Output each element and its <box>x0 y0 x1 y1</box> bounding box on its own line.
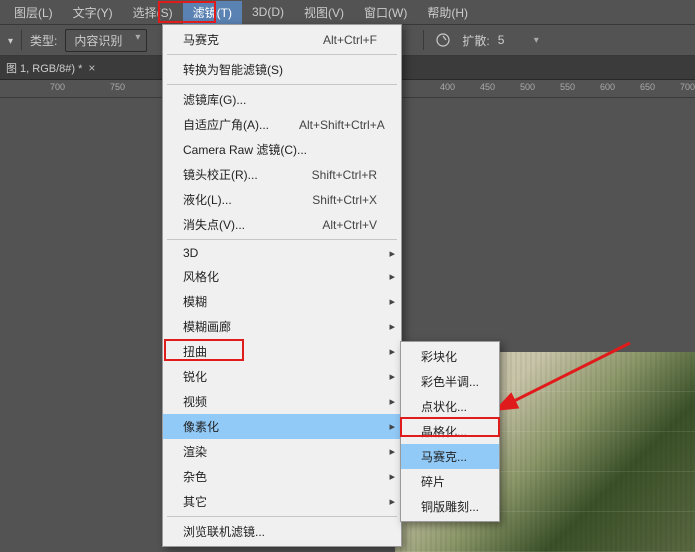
menu-item-label: 彩色半调... <box>421 373 479 390</box>
menu-item-label: 镜头校正(R)... <box>183 166 258 183</box>
menu-item[interactable]: 锐化 <box>163 364 401 389</box>
menu-item[interactable]: 模糊画廊 <box>163 314 401 339</box>
pixelate-submenu: 彩块化彩色半调... 点状化... 晶格化... 马赛克... 碎片铜版雕刻... <box>400 341 500 522</box>
menu-item-label: 其它 <box>183 493 207 510</box>
menu-item-label: 锐化 <box>183 368 207 385</box>
menu-item[interactable]: 液化(L)... Shift+Ctrl+X <box>163 187 401 212</box>
menu-item[interactable]: 扭曲 <box>163 339 401 364</box>
menu-item-shortcut: Alt+Ctrl+F <box>323 33 377 47</box>
toolbar-options-dropdown[interactable] <box>4 33 13 47</box>
ruler-tick: 500 <box>520 82 535 92</box>
menu-item[interactable]: 杂色 <box>163 464 401 489</box>
menu-item-label: 碎片 <box>421 473 445 490</box>
type-label: 类型: <box>30 32 57 49</box>
type-select-value: 内容识别 <box>74 34 122 48</box>
menu-item[interactable]: 镜头校正(R)... Shift+Ctrl+R <box>163 162 401 187</box>
ruler-tick: 750 <box>110 82 125 92</box>
separator <box>423 30 424 50</box>
menu-item-label: Camera Raw 滤镜(C)... <box>183 141 307 158</box>
menu-item[interactable]: 模糊 <box>163 289 401 314</box>
menu-item-label: 晶格化... <box>421 423 467 440</box>
menu-item[interactable]: 文字(Y) <box>63 1 123 24</box>
menu-item[interactable]: 点状化... <box>401 394 499 419</box>
menu-item-shortcut: Alt+Shift+Ctrl+A <box>299 118 385 132</box>
menu-item[interactable]: 碎片 <box>401 469 499 494</box>
ruler-tick: 400 <box>440 82 455 92</box>
menu-item[interactable]: 图层(L) <box>4 1 63 24</box>
menu-item-label: 彩块化 <box>421 348 457 365</box>
menu-separator <box>167 239 397 240</box>
menu-item[interactable]: 彩色半调... <box>401 369 499 394</box>
menu-item-label: 转换为智能滤镜(S) <box>183 61 283 78</box>
menu-item-label: 点状化... <box>421 398 467 415</box>
menu-item-label: 渲染 <box>183 443 207 460</box>
menu-item-label: 消失点(V)... <box>183 216 245 233</box>
menu-item[interactable]: 晶格化... <box>401 419 499 444</box>
menu-item[interactable]: 自适应广角(A)... Alt+Shift+Ctrl+A <box>163 112 401 137</box>
menu-item-label: 自适应广角(A)... <box>183 116 269 133</box>
brush-settings-icon[interactable] <box>432 29 454 51</box>
menu-item-label: 马赛克... <box>421 448 467 465</box>
ruler-tick: 600 <box>600 82 615 92</box>
menu-item[interactable]: 选择(S) <box>123 1 183 24</box>
menu-item-label: 杂色 <box>183 468 207 485</box>
ruler-tick: 700 <box>680 82 695 92</box>
separator <box>21 30 22 50</box>
menu-separator <box>167 54 397 55</box>
type-select[interactable]: 内容识别 <box>65 29 147 52</box>
menu-item-label: 模糊 <box>183 293 207 310</box>
menu-item[interactable]: 滤镜(T) <box>183 1 242 24</box>
menu-item-label: 扭曲 <box>183 343 207 360</box>
menu-item-label: 3D <box>183 246 198 260</box>
menu-item[interactable]: 铜版雕刻... <box>401 494 499 519</box>
menu-item-label: 像素化 <box>183 418 219 435</box>
menu-separator <box>167 516 397 517</box>
menu-item-shortcut: Shift+Ctrl+R <box>312 168 377 182</box>
menu-item-label: 浏览联机滤镜... <box>183 523 265 540</box>
menu-item[interactable]: 转换为智能滤镜(S) <box>163 57 401 82</box>
menu-item-label: 模糊画廊 <box>183 318 231 335</box>
menu-item[interactable]: 风格化 <box>163 264 401 289</box>
menu-item[interactable]: 消失点(V)... Alt+Ctrl+V <box>163 212 401 237</box>
close-icon[interactable]: × <box>88 61 95 75</box>
menu-item[interactable]: 马赛克... <box>401 444 499 469</box>
menu-item[interactable]: 渲染 <box>163 439 401 464</box>
menu-item-label: 视频 <box>183 393 207 410</box>
menu-separator <box>167 84 397 85</box>
menu-item-label: 液化(L)... <box>183 191 232 208</box>
menu-item[interactable]: 3D <box>163 242 401 264</box>
ruler-tick: 550 <box>560 82 575 92</box>
menu-item[interactable]: 视频 <box>163 389 401 414</box>
menu-item[interactable]: 视图(V) <box>294 1 354 24</box>
menu-item-label: 滤镜库(G)... <box>183 91 246 108</box>
ruler-tick: 450 <box>480 82 495 92</box>
menu-item[interactable]: Camera Raw 滤镜(C)... <box>163 137 401 162</box>
menu-item-shortcut: Shift+Ctrl+X <box>312 193 377 207</box>
spread-label: 扩散: <box>462 32 489 49</box>
menu-item[interactable]: 马赛克 Alt+Ctrl+F <box>163 27 401 52</box>
ruler-tick: 700 <box>50 82 65 92</box>
menu-item[interactable]: 彩块化 <box>401 344 499 369</box>
document-tab[interactable]: 图 1, RGB/8#) * <box>6 60 82 76</box>
menu-item-label: 马赛克 <box>183 31 219 48</box>
menu-item-label: 风格化 <box>183 268 219 285</box>
menu-item[interactable]: 帮助(H) <box>417 1 478 24</box>
menu-item[interactable]: 像素化 <box>163 414 401 439</box>
spread-dropdown-arrow[interactable]: ▾ <box>534 35 539 46</box>
menu-item[interactable]: 3D(D) <box>242 2 294 22</box>
main-menubar: 图层(L)文字(Y)选择(S)滤镜(T)3D(D)视图(V)窗口(W)帮助(H) <box>0 0 695 24</box>
menu-item-label: 铜版雕刻... <box>421 498 479 515</box>
ruler-tick: 650 <box>640 82 655 92</box>
menu-item[interactable]: 窗口(W) <box>354 1 417 24</box>
menu-item[interactable]: 其它 <box>163 489 401 514</box>
menu-item[interactable]: 浏览联机滤镜... <box>163 519 401 544</box>
filter-menu-dropdown: 马赛克 Alt+Ctrl+F 转换为智能滤镜(S) 滤镜库(G)... 自适应广角(A)… <box>162 24 402 547</box>
spread-input[interactable] <box>498 33 526 47</box>
menu-item-shortcut: Alt+Ctrl+V <box>322 218 377 232</box>
menu-item[interactable]: 滤镜库(G)... <box>163 87 401 112</box>
